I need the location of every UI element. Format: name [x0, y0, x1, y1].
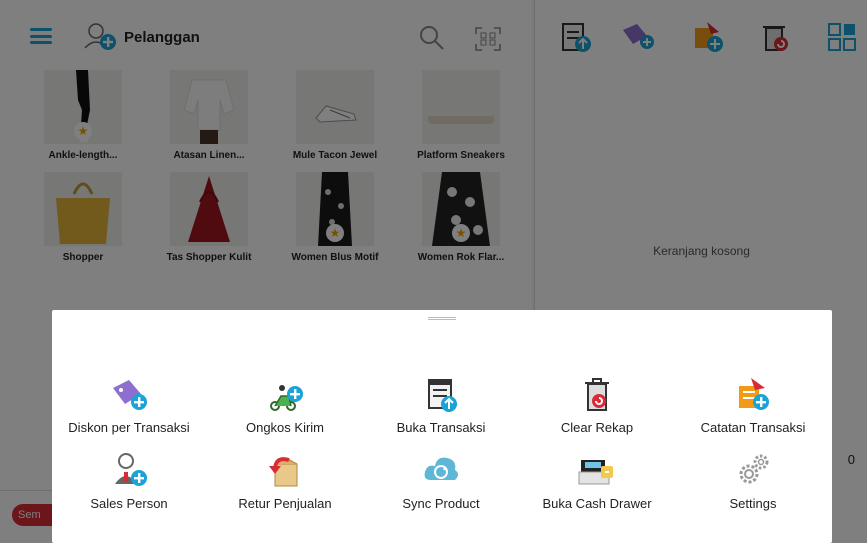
- action-label: Sync Product: [402, 496, 480, 511]
- cloud-sync-icon: [424, 457, 458, 480]
- cash-drawer-icon: [578, 460, 613, 485]
- sales-person-button[interactable]: Sales Person: [64, 450, 194, 530]
- transaction-note-button[interactable]: Catatan Transaksi: [688, 374, 818, 454]
- sales-return-button[interactable]: Retur Penjualan: [220, 450, 350, 530]
- open-transaction-button[interactable]: Buka Transaksi: [376, 374, 506, 454]
- sales-person-icon: [115, 453, 147, 486]
- open-cash-drawer-button[interactable]: Buka Cash Drawer: [532, 450, 662, 530]
- gear-icon: [739, 454, 769, 484]
- action-label: Catatan Transaksi: [700, 420, 806, 435]
- action-label: Diskon per Transaksi: [68, 420, 190, 435]
- discount-tag-icon: [113, 380, 147, 410]
- clear-recap-button[interactable]: Clear Rekap: [532, 374, 662, 454]
- action-label: Retur Penjualan: [238, 496, 332, 511]
- shipping-cost-button[interactable]: Ongkos Kirim: [220, 374, 350, 454]
- action-bottom-sheet: Diskon per Transaksi Ongkos Kirim Buka T…: [52, 310, 832, 543]
- action-label: Clear Rekap: [560, 420, 634, 435]
- action-label: Buka Cash Drawer: [542, 496, 652, 511]
- action-label: Settings: [729, 496, 777, 511]
- sales-return-icon: [269, 457, 298, 487]
- settings-button[interactable]: Settings: [688, 450, 818, 530]
- action-label: Buka Transaksi: [396, 420, 486, 435]
- transaction-note-icon: [739, 378, 769, 410]
- drag-handle[interactable]: [428, 317, 456, 320]
- sync-product-button[interactable]: Sync Product: [376, 450, 506, 530]
- discount-transaction-button[interactable]: Diskon per Transaksi: [64, 374, 194, 454]
- clear-trash-icon: [585, 378, 609, 411]
- delivery-scooter-icon: [270, 385, 303, 411]
- action-label: Ongkos Kirim: [245, 420, 325, 435]
- open-transaction-icon: [428, 379, 457, 412]
- action-label: Sales Person: [90, 496, 168, 511]
